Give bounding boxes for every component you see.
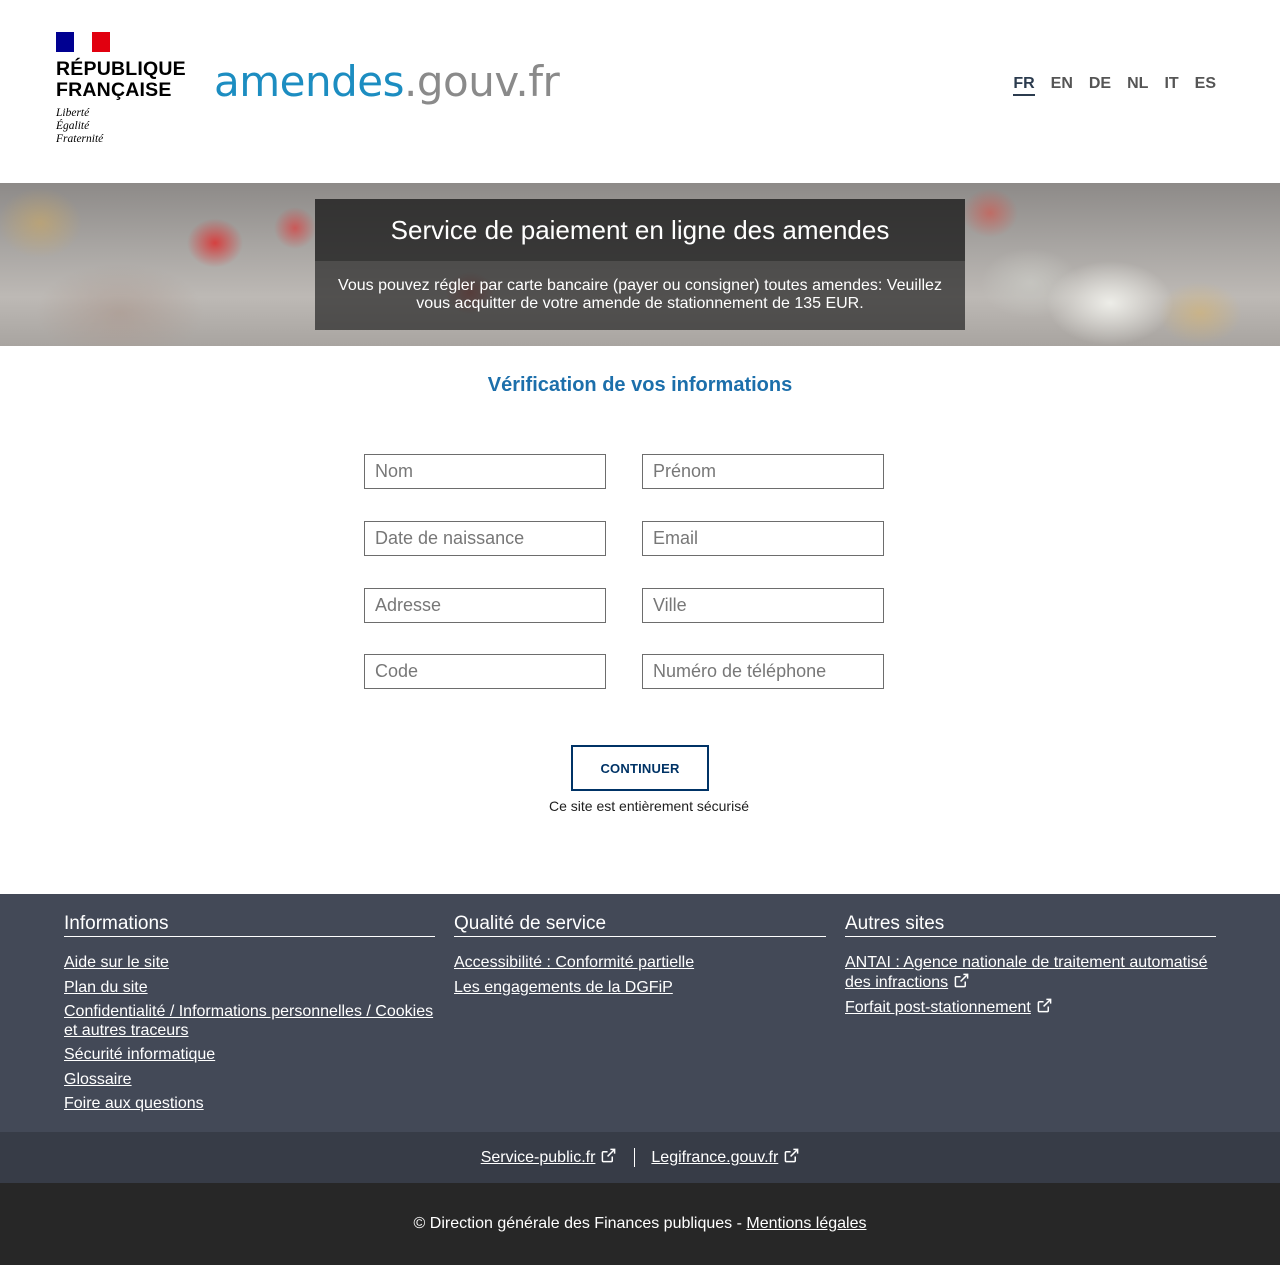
service-public-label: Service-public.fr (480, 1149, 596, 1166)
date-naissance-field[interactable] (364, 521, 606, 556)
motto-text: Liberté Égalité Fraternité (56, 107, 104, 145)
external-link-icon (602, 1148, 616, 1163)
code-field[interactable] (364, 654, 606, 689)
footer-col-qualite: Qualité de service Accessibilité : Confo… (454, 913, 826, 1003)
footer-link-engagements[interactable]: Les engagements de la DGFiP (454, 979, 673, 996)
lang-fr[interactable]: FR (1013, 74, 1035, 96)
lang-es[interactable]: ES (1195, 74, 1216, 96)
republique-francaise-logo[interactable]: RÉPUBLIQUE FRANÇAISE Liberté Égalité Fra… (56, 32, 186, 146)
prenom-field[interactable] (642, 454, 884, 489)
footer-col-informations: Informations Aide sur le site Plan du si… (64, 913, 435, 1120)
footer-link-plan[interactable]: Plan du site (64, 979, 148, 996)
lang-nl[interactable]: NL (1127, 74, 1148, 96)
nom-field[interactable] (364, 454, 606, 489)
footer-link-accessibilite[interactable]: Accessibilité : Conformité partielle (454, 954, 694, 971)
form-title: Vérification de vos informations (487, 374, 793, 396)
footer-link-antai[interactable]: ANTAI : Agence nationale de traitement a… (845, 954, 1208, 991)
adresse-field[interactable] (364, 588, 606, 623)
secure-note: Ce site est entièrement sécurisé (549, 798, 749, 814)
hero-banner: Service de paiement en ligne des amendes… (0, 183, 1280, 346)
footer-link-glossaire[interactable]: Glossaire (64, 1071, 132, 1088)
footer-external-links: Service-public.fr Legifrance.gouv.fr (0, 1132, 1280, 1183)
footer-link-fps-label: Forfait post-stationnement (845, 999, 1031, 1016)
footer-heading-qualite: Qualité de service (454, 913, 826, 937)
footer-heading-informations: Informations (64, 913, 435, 937)
site-footer: Informations Aide sur le site Plan du si… (0, 894, 1280, 1265)
external-link-icon (1037, 998, 1052, 1013)
mentions-legales-link[interactable]: Mentions légales (746, 1215, 866, 1232)
footer-link-aide[interactable]: Aide sur le site (64, 954, 169, 971)
footer-copyright: © Direction générale des Finances publiq… (0, 1183, 1280, 1265)
banner-box: Service de paiement en ligne des amendes… (315, 199, 965, 330)
lang-it[interactable]: IT (1164, 74, 1178, 96)
lang-de[interactable]: DE (1089, 74, 1111, 96)
lang-en[interactable]: EN (1051, 74, 1073, 96)
site-logo-main: amendes (214, 57, 405, 106)
external-link-icon (784, 1148, 799, 1163)
link-separator (634, 1148, 636, 1167)
site-logo-suffix: .gouv.fr (404, 57, 560, 106)
language-selector: FR EN DE NL IT ES (1013, 74, 1216, 96)
service-public-link[interactable]: Service-public.fr (481, 1148, 617, 1167)
footer-links-section: Informations Aide sur le site Plan du si… (0, 894, 1280, 1132)
footer-heading-autres: Autres sites (845, 913, 1216, 937)
footer-col-autres-sites: Autres sites ANTAI : Agence nationale de… (845, 913, 1216, 1024)
copyright-text: © Direction générale des Finances publiq… (413, 1215, 747, 1232)
ville-field[interactable] (642, 588, 884, 623)
telephone-field[interactable] (642, 654, 884, 689)
legifrance-label: Legifrance.gouv.fr (651, 1149, 779, 1166)
external-link-icon (954, 973, 969, 987)
continue-button[interactable]: CONTINUER (571, 745, 709, 791)
french-flag-icon (56, 32, 110, 52)
main-content: Vérification de vos informations CONTINU… (0, 346, 1280, 894)
legifrance-link[interactable]: Legifrance.gouv.fr (651, 1148, 799, 1167)
site-header: RÉPUBLIQUE FRANÇAISE Liberté Égalité Fra… (0, 0, 1280, 183)
banner-text: Vous pouvez régler par carte bancaire (p… (315, 261, 965, 330)
footer-link-faq[interactable]: Foire aux questions (64, 1095, 204, 1112)
footer-link-antai-label: ANTAI : Agence nationale de traitement a… (845, 954, 1208, 991)
email-field[interactable] (642, 521, 884, 556)
footer-link-securite[interactable]: Sécurité informatique (64, 1046, 215, 1063)
footer-link-fps[interactable]: Forfait post-stationnement (845, 998, 1052, 1016)
republique-francaise-text: RÉPUBLIQUE FRANÇAISE (56, 58, 186, 101)
footer-link-confidentialite[interactable]: Confidentialité / Informations personnel… (64, 1003, 433, 1039)
banner-title: Service de paiement en ligne des amendes (315, 199, 965, 261)
amendes-gouv-logo[interactable]: amendes.gouv.fr (214, 57, 560, 107)
